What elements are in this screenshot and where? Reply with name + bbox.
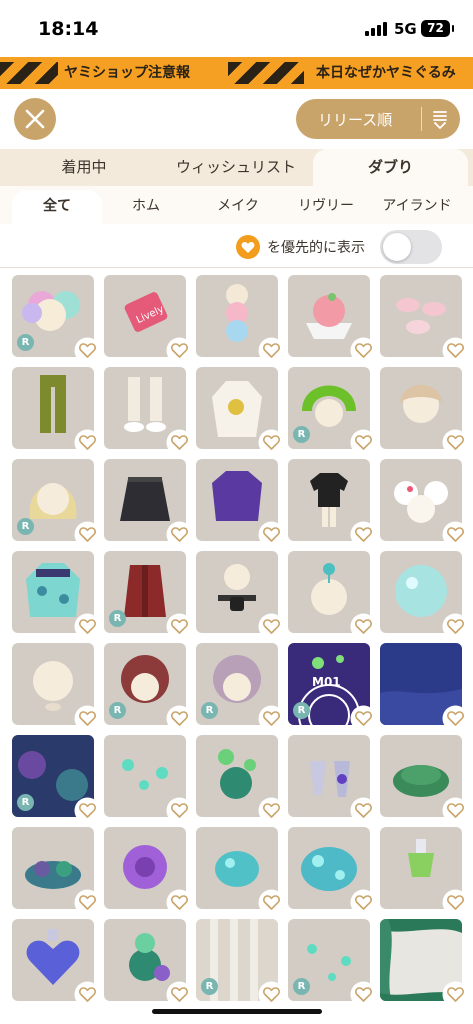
- priority-filter-label: を優先的に表示: [267, 240, 365, 256]
- favorite-heart-icon[interactable]: [442, 797, 469, 824]
- tab-all[interactable]: 全て: [12, 190, 102, 224]
- rare-badge: R: [201, 978, 218, 995]
- favorite-heart-icon[interactable]: [442, 521, 469, 548]
- category-tabs: 全て ホム メイク リヴリー アイランド: [0, 186, 473, 224]
- battery-icon: 72: [421, 20, 454, 37]
- favorite-heart-icon[interactable]: [74, 705, 101, 732]
- heart-icon: [236, 235, 260, 259]
- favorite-heart-icon[interactable]: [350, 981, 377, 1008]
- favorite-heart-icon[interactable]: [74, 981, 101, 1008]
- rare-badge: R: [109, 702, 126, 719]
- status-bar: 18:14 5G 72: [0, 0, 473, 56]
- favorite-heart-icon[interactable]: [166, 797, 193, 824]
- rare-badge: R: [293, 702, 310, 719]
- favorite-heart-icon[interactable]: [74, 613, 101, 640]
- favorite-heart-icon[interactable]: [166, 705, 193, 732]
- sort-label: リリース順: [318, 111, 393, 129]
- favorite-heart-icon[interactable]: [74, 521, 101, 548]
- favorite-heart-icon[interactable]: [166, 521, 193, 548]
- toggle-knob: [383, 233, 411, 261]
- favorite-heart-icon[interactable]: [350, 889, 377, 916]
- favorite-heart-icon[interactable]: [350, 797, 377, 824]
- warning-stripes: [0, 62, 58, 84]
- favorite-heart-icon[interactable]: [258, 797, 285, 824]
- favorite-heart-icon[interactable]: [166, 613, 193, 640]
- favorite-heart-icon[interactable]: [442, 613, 469, 640]
- favorite-heart-icon[interactable]: [258, 981, 285, 1008]
- favorite-heart-icon[interactable]: [166, 889, 193, 916]
- tab-makeup[interactable]: メイク: [196, 190, 280, 224]
- favorite-heart-icon[interactable]: [166, 337, 193, 364]
- tab-hom[interactable]: ホム: [106, 190, 186, 224]
- rare-badge: R: [293, 426, 310, 443]
- tab-wishlist[interactable]: ウィッシュリスト: [166, 149, 306, 186]
- favorite-heart-icon[interactable]: [258, 521, 285, 548]
- warning-stripes: [228, 62, 304, 84]
- favorite-heart-icon[interactable]: [166, 429, 193, 456]
- close-button[interactable]: [14, 98, 56, 140]
- priority-toggle[interactable]: [380, 230, 442, 264]
- favorite-heart-icon[interactable]: [442, 705, 469, 732]
- favorite-heart-icon[interactable]: [258, 613, 285, 640]
- rare-badge: R: [17, 518, 34, 535]
- status-time: 18:14: [38, 18, 99, 40]
- sort-button[interactable]: リリース順: [296, 99, 460, 139]
- notice-banner[interactable]: ヤミショップ注意報 本日なぜかヤミぐるみ: [0, 57, 473, 89]
- rare-badge: R: [17, 794, 34, 811]
- favorite-heart-icon[interactable]: [258, 337, 285, 364]
- favorite-heart-icon[interactable]: [350, 429, 377, 456]
- rare-badge: R: [17, 334, 34, 351]
- favorite-heart-icon[interactable]: [258, 705, 285, 732]
- toolbar: リリース順: [0, 89, 473, 149]
- favorite-heart-icon[interactable]: [350, 705, 377, 732]
- item-label: M01: [312, 675, 341, 689]
- favorite-heart-icon[interactable]: [442, 337, 469, 364]
- favorite-heart-icon[interactable]: [166, 981, 193, 1008]
- favorite-heart-icon[interactable]: [442, 981, 469, 1008]
- network-type: 5G: [394, 20, 417, 38]
- main-tabs: 着用中 ウィッシュリスト ダブり: [0, 149, 473, 186]
- rare-badge: R: [293, 978, 310, 995]
- favorite-heart-icon[interactable]: [74, 889, 101, 916]
- close-icon: [25, 109, 45, 129]
- banner-text-1: ヤミショップ注意報: [58, 62, 196, 84]
- home-indicator[interactable]: [152, 1009, 322, 1014]
- favorite-heart-icon[interactable]: [258, 429, 285, 456]
- tab-duplicates[interactable]: ダブり: [313, 149, 468, 186]
- favorite-heart-icon[interactable]: [74, 429, 101, 456]
- favorite-heart-icon[interactable]: [350, 337, 377, 364]
- sort-order-icon: [433, 111, 447, 129]
- favorite-heart-icon[interactable]: [442, 429, 469, 456]
- favorite-heart-icon[interactable]: [442, 889, 469, 916]
- sort-divider: [421, 107, 422, 131]
- tab-island[interactable]: アイランド: [374, 190, 460, 224]
- signal-icon: [365, 22, 387, 36]
- priority-filter-row: を優先的に表示: [0, 224, 473, 268]
- tab-wearing[interactable]: 着用中: [20, 149, 148, 186]
- rare-badge: R: [109, 610, 126, 627]
- favorite-heart-icon[interactable]: [350, 521, 377, 548]
- favorite-heart-icon[interactable]: [74, 337, 101, 364]
- tab-livly[interactable]: リヴリー: [286, 190, 366, 224]
- item-grid: R Lively R R R R R M01 R R R R: [0, 268, 473, 1024]
- banner-text-2: 本日なぜかヤミぐるみ: [310, 62, 462, 84]
- favorite-heart-icon[interactable]: [258, 889, 285, 916]
- favorite-heart-icon[interactable]: [350, 613, 377, 640]
- favorite-heart-icon[interactable]: [74, 797, 101, 824]
- rare-badge: R: [201, 702, 218, 719]
